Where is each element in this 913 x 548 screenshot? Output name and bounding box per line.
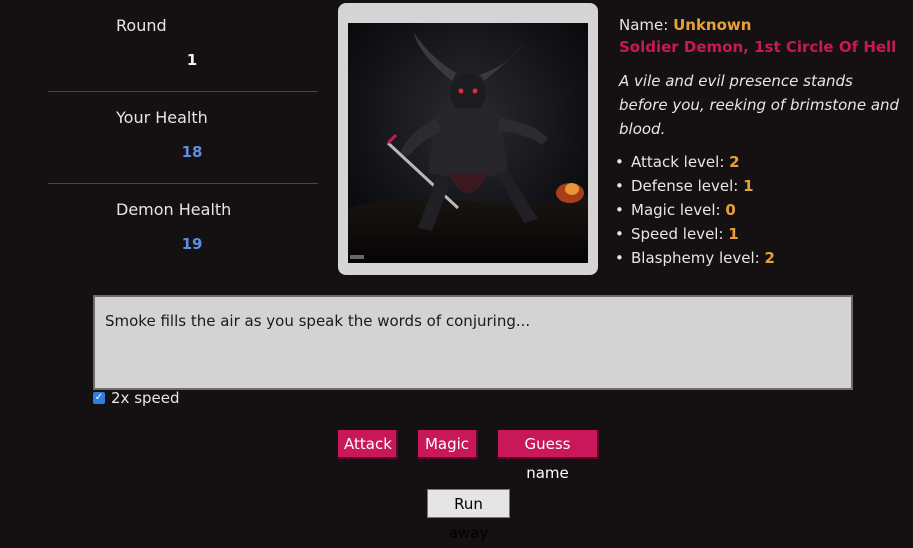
speed-label: 2x speed	[111, 389, 180, 407]
blasphemy-level-label: Blasphemy level:	[631, 249, 760, 267]
demon-health-value: 19	[181, 235, 203, 253]
stats-panel: Round 1 Your Health 18 Demon Health 19	[48, 0, 318, 275]
speed-checkbox[interactable]: ✓	[93, 392, 105, 404]
guess-name-button[interactable]: Guess name	[498, 430, 599, 482]
speed-option[interactable]: ✓ 2x speed	[93, 389, 180, 407]
demon-illustration	[348, 23, 588, 263]
attack-level-label: Attack level:	[631, 153, 725, 171]
attack-level-item: Attack level: 2	[615, 150, 904, 174]
demon-health-stat: Demon Health 19	[48, 183, 318, 275]
demon-info: Name: Unknown Soldier Demon, 1st Circle …	[615, 15, 904, 270]
blasphemy-level-item: Blasphemy level: 2	[615, 246, 904, 270]
demon-levels-list: Attack level: 2 Defense level: 1 Magic l…	[615, 150, 904, 270]
defense-level-label: Defense level:	[631, 177, 739, 195]
run-away-button[interactable]: Run away	[427, 489, 510, 542]
magic-button[interactable]: Magic	[418, 430, 478, 459]
round-label: Round	[116, 16, 167, 35]
demon-name-label: Name:	[619, 16, 669, 34]
speed-level-item: Speed level: 1	[615, 222, 904, 246]
magic-level-label: Magic level:	[631, 201, 721, 219]
demon-description: A vile and evil presence stands before y…	[619, 72, 900, 138]
attack-level-value: 2	[729, 153, 740, 171]
defense-level-value: 1	[743, 177, 754, 195]
magic-level-value: 0	[725, 201, 736, 219]
demon-name-value: Unknown	[673, 16, 752, 34]
speed-level-value: 1	[728, 225, 739, 243]
blasphemy-level-value: 2	[764, 249, 775, 267]
speed-level-label: Speed level:	[631, 225, 724, 243]
round-value: 1	[186, 51, 198, 69]
magic-level-item: Magic level: 0	[615, 198, 904, 222]
battle-log-text: Smoke fills the air as you speak the wor…	[105, 312, 531, 330]
demon-portrait	[348, 23, 588, 263]
defense-level-item: Defense level: 1	[615, 174, 904, 198]
player-health-stat: Your Health 18	[48, 91, 318, 183]
attack-button[interactable]: Attack	[338, 430, 398, 459]
player-health-value: 18	[181, 143, 203, 161]
demon-name-line: Name: Unknown	[619, 15, 904, 35]
demon-title: Soldier Demon, 1st Circle Of Hell	[619, 38, 897, 56]
battle-log[interactable]: Smoke fills the air as you speak the wor…	[93, 295, 853, 390]
round-stat: Round 1	[48, 0, 318, 91]
player-health-label: Your Health	[116, 108, 208, 127]
demon-health-label: Demon Health	[116, 200, 232, 219]
demon-portrait-frame	[338, 3, 598, 275]
